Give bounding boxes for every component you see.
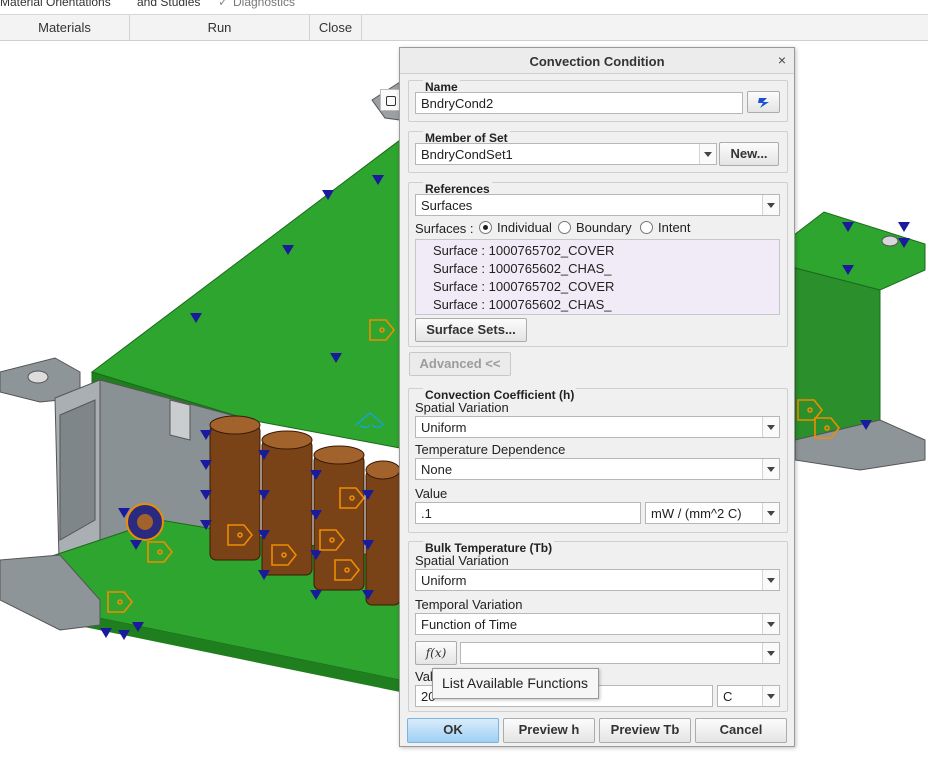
temperature-dependence-value: None (421, 462, 453, 477)
tb-unit-select[interactable]: C (717, 685, 780, 707)
list-item[interactable]: Surface : 1000765602_CHAS_ (433, 297, 612, 312)
tb-value-label: Val (415, 669, 433, 684)
view-orientation-button[interactable] (380, 89, 400, 111)
surface-sets-button[interactable]: Surface Sets... (415, 318, 527, 342)
surfaces-mode-label: Surfaces : (415, 221, 474, 236)
ribbon-group-run[interactable]: Run (130, 15, 310, 41)
member-of-set-group: Member of Set BndryCondSet1 New... (408, 131, 788, 173)
temperature-dependence-label: Temperature Dependence (415, 442, 566, 457)
convection-coefficient-group: Convection Coefficient (h) Spatial Varia… (408, 388, 788, 533)
temporal-variation-select[interactable]: Function of Time (415, 613, 780, 635)
chevron-down-icon[interactable] (762, 614, 779, 634)
preview-h-button[interactable]: Preview h (503, 718, 595, 743)
ribbon-label-material-orientations[interactable]: Material Orientations (0, 0, 111, 9)
member-of-set-value: BndryCondSet1 (421, 147, 513, 162)
chevron-down-icon[interactable] (762, 643, 779, 663)
surface-mode-radios: Individual Boundary Intent (479, 220, 779, 236)
name-input[interactable]: BndryCond2 (415, 92, 743, 114)
convection-condition-dialog: Convection Condition × Name BndryCond2 M… (399, 47, 795, 747)
radio-intent-label[interactable]: Intent (658, 220, 691, 235)
reference-type-value: Surfaces (421, 198, 473, 213)
function-icon: f(x) (425, 646, 447, 660)
color-picker-button[interactable] (747, 91, 780, 113)
tb-spatial-variation-label: Spatial Variation (415, 553, 509, 568)
list-item[interactable]: Surface : 1000765702_COVER (433, 243, 614, 258)
ribbon-tab-row: Material Orientations and Studies ✓ Diag… (0, 0, 928, 15)
references-group: References Surfaces Surfaces : Individua… (408, 182, 788, 347)
chevron-down-icon[interactable] (762, 686, 779, 706)
chevron-down-icon[interactable] (762, 503, 779, 523)
dialog-title: Convection Condition (529, 54, 665, 69)
list-item[interactable]: Surface : 1000765602_CHAS_ (433, 261, 612, 276)
h-value-input[interactable]: .1 (415, 502, 641, 524)
ribbon-group-materials[interactable]: Materials (0, 15, 130, 41)
radio-individual-label[interactable]: Individual (497, 220, 552, 235)
chevron-down-icon[interactable] (699, 144, 716, 164)
preview-tb-button[interactable]: Preview Tb (599, 718, 691, 743)
new-set-button[interactable]: New... (719, 142, 779, 166)
diagnostics-icon: ✓ (218, 0, 229, 9)
ribbon-group-bar: Materials Run Close (0, 15, 928, 41)
close-icon[interactable]: × (778, 52, 786, 68)
cancel-button[interactable]: Cancel (695, 718, 787, 743)
ribbon-label-diagnostics[interactable]: Diagnostics (233, 0, 295, 9)
dialog-titlebar[interactable]: Convection Condition × (400, 48, 794, 74)
temporal-variation-value: Function of Time (421, 617, 518, 632)
tb-unit-value: C (723, 689, 733, 704)
name-group: Name BndryCond2 (408, 80, 788, 122)
chevron-down-icon[interactable] (762, 570, 779, 590)
ok-button[interactable]: OK (407, 718, 499, 743)
h-spatial-variation-label: Spatial Variation (415, 400, 509, 415)
h-unit-select[interactable]: mW / (mm^2 C) (645, 502, 780, 524)
reference-type-select[interactable]: Surfaces (415, 194, 780, 216)
h-unit-value: mW / (mm^2 C) (651, 506, 742, 521)
ribbon-group-close[interactable]: Close (310, 15, 362, 41)
list-functions-tooltip: List Available Functions (432, 668, 599, 699)
tb-spatial-variation-select[interactable]: Uniform (415, 569, 780, 591)
list-item[interactable]: Surface : 1000765702_COVER (433, 279, 614, 294)
radio-boundary[interactable] (558, 221, 571, 234)
radio-individual[interactable] (479, 221, 492, 234)
function-editor-button[interactable]: f(x) (415, 641, 457, 665)
color-swatch-icon (757, 98, 769, 108)
h-value-label: Value (415, 486, 448, 501)
radio-boundary-label[interactable]: Boundary (576, 220, 632, 235)
tb-spatial-variation-value: Uniform (421, 573, 467, 588)
chevron-down-icon[interactable] (762, 195, 779, 215)
function-select[interactable] (460, 642, 780, 664)
surface-reference-list[interactable]: Surface : 1000765702_COVER Surface : 100… (415, 239, 780, 315)
temporal-variation-label: Temporal Variation (415, 597, 523, 612)
ribbon-label-studies[interactable]: and Studies (137, 0, 200, 9)
radio-intent[interactable] (640, 221, 653, 234)
advanced-button[interactable]: Advanced << (409, 352, 511, 376)
chevron-down-icon[interactable] (762, 417, 779, 437)
member-of-set-select[interactable]: BndryCondSet1 (415, 143, 717, 165)
temperature-dependence-select[interactable]: None (415, 458, 780, 480)
h-spatial-variation-select[interactable]: Uniform (415, 416, 780, 438)
chevron-down-icon[interactable] (762, 459, 779, 479)
h-spatial-variation-value: Uniform (421, 420, 467, 435)
